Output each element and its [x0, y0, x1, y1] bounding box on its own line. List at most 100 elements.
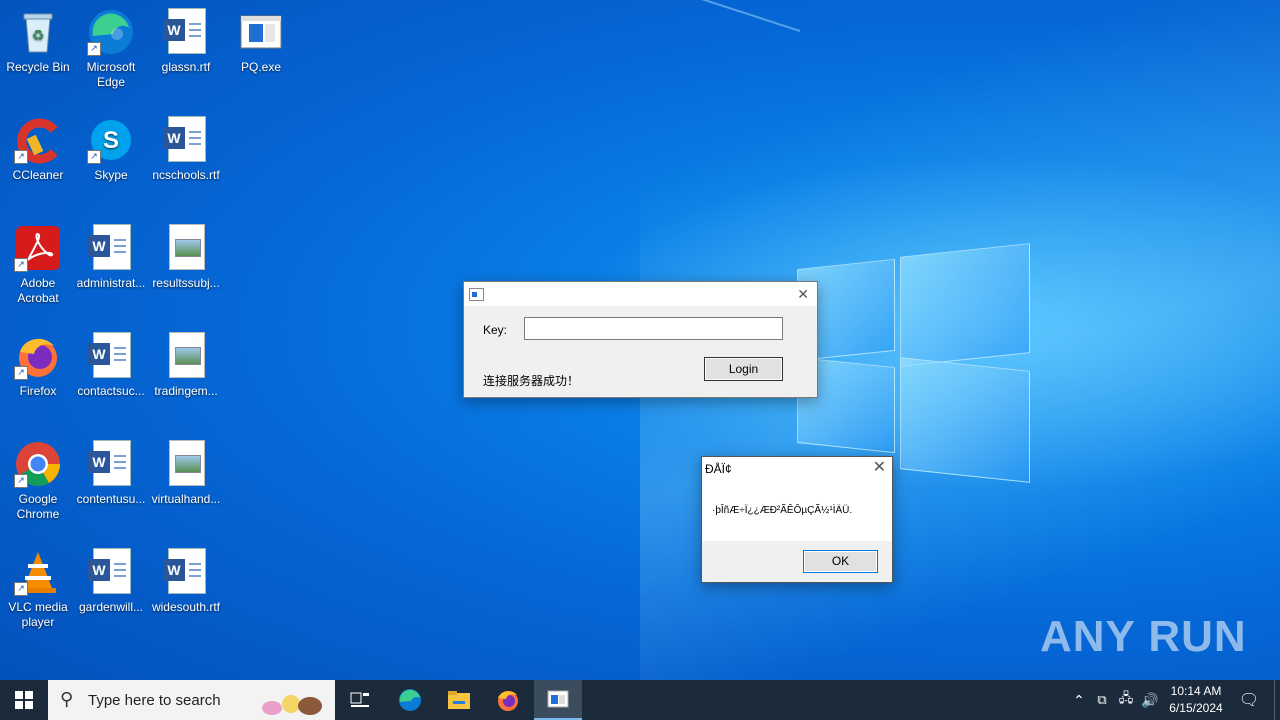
- word-doc-icon: W: [87, 440, 135, 488]
- desktop-icon-label: widesouth.rtf: [151, 600, 221, 614]
- search-placeholder: Type here to search: [88, 692, 221, 709]
- desktop-icon-ncschools[interactable]: W ncschools.rtf: [148, 116, 224, 183]
- key-label: Key:: [483, 323, 508, 337]
- chevron-up-icon[interactable]: ⌃: [1068, 692, 1090, 709]
- close-icon[interactable]: ✕: [797, 285, 809, 303]
- taskbar: ⚲ Type here to search ⌃ ⧉ 🖧 🔊 10:14 AM 6…: [0, 680, 1280, 720]
- message-box: ÐÅÏ¢ ✕ ·þÎñÆ÷Ï¿¿ÆÐ²ÃÊÔµÇÃ½¹ÌÄÜ. OK: [701, 456, 893, 583]
- desktop-icon-contentusu[interactable]: W contentusu...: [73, 440, 149, 507]
- desktop-icon-adobe-acrobat[interactable]: ↗ Adobe Acrobat: [0, 224, 76, 306]
- desktop-icon-label: PQ.exe: [240, 60, 282, 74]
- taskbar-file-explorer[interactable]: [441, 680, 477, 720]
- folder-icon: [448, 691, 470, 709]
- word-doc-icon: W: [162, 116, 210, 164]
- desktop-icon-label: Recycle Bin: [6, 60, 70, 74]
- desktop-icon-label: Skype: [94, 168, 128, 182]
- app-window-icon: [237, 8, 285, 56]
- word-doc-icon: W: [87, 224, 135, 272]
- show-desktop-button[interactable]: [1274, 680, 1280, 720]
- desktop-icon-tradingem[interactable]: tradingem...: [148, 332, 224, 399]
- login-dialog: ✕ Key: Login 连接服务器成功！: [463, 281, 818, 398]
- network-device-icon[interactable]: ⧉: [1090, 692, 1114, 708]
- windows-icon: [15, 691, 33, 709]
- message-box-body: ÐÅÏ¢ ✕ ·þÎñÆ÷Ï¿¿ÆÐ²ÃÊÔµÇÃ½¹ÌÄÜ.: [702, 457, 892, 541]
- word-doc-icon: W: [162, 8, 210, 56]
- desktop-icon-glassn[interactable]: W glassn.rtf: [148, 8, 224, 75]
- desktop-icon-label: Microsoft Edge: [86, 60, 136, 89]
- desktop-icon-label: tradingem...: [154, 384, 218, 398]
- image-doc-icon: [162, 332, 210, 380]
- image-doc-icon: [162, 224, 210, 272]
- desktop-icon-label: Firefox: [19, 384, 57, 398]
- clock-time: 10:14 AM: [1170, 684, 1222, 698]
- app-window-icon: [469, 288, 484, 301]
- desktop-icon-vlc[interactable]: ↗ VLC media player: [0, 548, 76, 630]
- desktop-icon-label: CCleaner: [12, 168, 64, 182]
- system-tray: ⌃ ⧉ 🖧 🔊: [1068, 680, 1162, 720]
- desktop-icon-label: Google Chrome: [16, 492, 60, 521]
- chrome-icon: ↗: [14, 440, 62, 488]
- key-input[interactable]: [524, 317, 783, 340]
- skype-icon: S ↗: [87, 116, 135, 164]
- desktop-icon-label: virtualhand...: [151, 492, 221, 506]
- desktop-icon-resultssubj[interactable]: resultssubj...: [148, 224, 224, 291]
- notification-center-icon[interactable]: 🗨: [1234, 680, 1264, 720]
- word-doc-icon: W: [87, 548, 135, 596]
- desktop-icon-virtualhand[interactable]: virtualhand...: [148, 440, 224, 507]
- search-box[interactable]: ⚲ Type here to search: [48, 680, 335, 720]
- desktop-icon-contactsuc[interactable]: W contactsuc...: [73, 332, 149, 399]
- desktop-icon-administrat[interactable]: W administrat...: [73, 224, 149, 291]
- desktop-icon-gardenwill[interactable]: W gardenwill...: [73, 548, 149, 615]
- firefox-icon: [498, 691, 518, 711]
- edge-icon: [399, 689, 421, 711]
- network-icon[interactable]: 🖧: [1114, 689, 1138, 711]
- svg-text:S: S: [103, 127, 119, 154]
- edge-icon: ↗: [87, 8, 135, 56]
- task-view-button[interactable]: [342, 680, 378, 720]
- search-highlight-image: [258, 686, 328, 716]
- acrobat-icon: ↗: [14, 224, 62, 272]
- message-text: ·þÎñÆ÷Ï¿¿ÆÐ²ÃÊÔµÇÃ½¹ÌÄÜ.: [712, 505, 853, 516]
- desktop-icon-recycle-bin[interactable]: ♻ Recycle Bin: [0, 8, 76, 75]
- taskbar-edge[interactable]: [392, 680, 428, 720]
- desktop-icon-ccleaner[interactable]: ↗ CCleaner: [0, 116, 76, 183]
- desktop-icon-skype[interactable]: S ↗ Skype: [73, 116, 149, 183]
- close-icon[interactable]: ✕: [873, 459, 886, 477]
- app-window-icon: [547, 690, 569, 708]
- vlc-icon: ↗: [14, 548, 62, 596]
- taskbar-pq-app[interactable]: [534, 680, 582, 720]
- desktop-icon-label: contentusu...: [76, 492, 146, 506]
- status-text: 连接服务器成功！: [483, 374, 580, 388]
- message-box-title: ÐÅÏ¢: [705, 462, 732, 476]
- login-button[interactable]: Login: [704, 357, 783, 381]
- image-doc-icon: [162, 440, 210, 488]
- desktop-icon-label: contactsuc...: [77, 384, 145, 398]
- windows-wallpaper-logo: [795, 240, 1030, 483]
- svg-text:♻: ♻: [32, 27, 45, 43]
- recycle-bin-icon: ♻: [14, 8, 62, 56]
- word-doc-icon: W: [87, 332, 135, 380]
- volume-icon[interactable]: 🔊: [1138, 692, 1162, 709]
- anyrun-watermark: ANY RUN: [1040, 612, 1247, 661]
- ok-button[interactable]: OK: [803, 550, 878, 573]
- desktop-icon-google-chrome[interactable]: ↗ Google Chrome: [0, 440, 76, 522]
- search-icon: ⚲: [60, 689, 74, 709]
- desktop-icon-firefox[interactable]: ↗ Firefox: [0, 332, 76, 399]
- desktop-icon-label: resultssubj...: [152, 276, 220, 290]
- clock-date: 6/15/2024: [1169, 701, 1223, 715]
- word-doc-icon: W: [162, 548, 210, 596]
- desktop-icon-microsoft-edge[interactable]: ↗ Microsoft Edge: [73, 8, 149, 90]
- desktop-icon-pq-exe[interactable]: PQ.exe: [223, 8, 299, 75]
- desktop-icon-label: Adobe Acrobat: [17, 276, 59, 305]
- task-view-icon: [350, 692, 369, 707]
- desktop-icon-label: gardenwill...: [78, 600, 144, 614]
- desktop-icon-label: ncschools.rtf: [152, 168, 220, 182]
- desktop-icon-label: glassn.rtf: [161, 60, 211, 74]
- clock[interactable]: 10:14 AM 6/15/2024: [1162, 683, 1230, 717]
- firefox-icon: ↗: [14, 332, 62, 380]
- desktop-icon-widesouth[interactable]: W widesouth.rtf: [148, 548, 224, 615]
- taskbar-firefox[interactable]: [490, 680, 526, 720]
- login-dialog-titlebar[interactable]: ✕: [464, 282, 817, 306]
- start-button[interactable]: [0, 680, 48, 720]
- desktop-icon-label: VLC media player: [8, 600, 68, 629]
